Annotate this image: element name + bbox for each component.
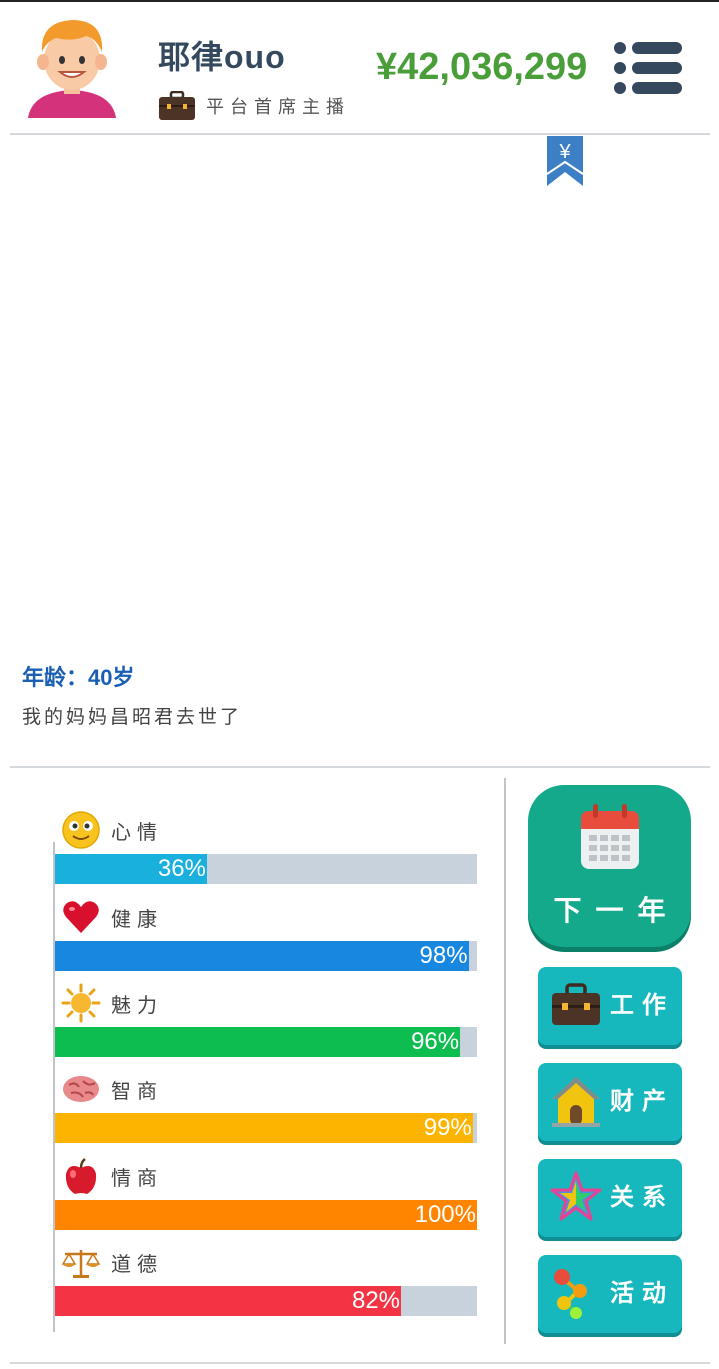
stats-axis-line (53, 842, 55, 1332)
stat-bar-track: 96% (55, 1027, 477, 1057)
boy-avatar-icon[interactable] (26, 12, 118, 120)
stat-bar-track: 82% (55, 1286, 477, 1316)
bookmark-symbol: ¥ (558, 141, 571, 163)
stat-percent: 100% (414, 1201, 476, 1228)
stat-percent: 98% (419, 942, 468, 969)
stat-bar-fill: 82% (55, 1286, 402, 1316)
sun-icon (61, 983, 101, 1023)
job-row: 平台首席主播 (158, 90, 350, 122)
stat-label: 心情 (111, 821, 163, 844)
heart-icon (63, 901, 99, 933)
stat-head: 魅力 (61, 983, 163, 1023)
stat-label: 智商 (111, 1080, 163, 1103)
yen-bookmark-icon[interactable]: ¥ (546, 136, 584, 188)
stat-label: 健康 (111, 908, 163, 931)
stat-head: 情商 (61, 1156, 163, 1196)
age-label: 年龄：40岁 (22, 665, 135, 690)
relations-button[interactable]: 关系 (538, 1159, 682, 1237)
calendar-icon (581, 804, 639, 869)
smiley-icon (62, 811, 100, 849)
stat-bar-fill: 99% (55, 1113, 473, 1143)
stat-bar-fill: 98% (55, 941, 469, 971)
event-divider (10, 766, 710, 768)
stat-bar-fill: 100% (55, 1200, 477, 1230)
activities-label: 活动 (610, 1280, 674, 1307)
event-message: 我的妈妈昌昭君去世了 (22, 707, 243, 728)
house-icon (552, 1077, 600, 1127)
stat-percent: 99% (423, 1114, 472, 1141)
stat-bar-fill: 96% (55, 1027, 461, 1057)
stat-percent: 82% (351, 1287, 401, 1314)
briefcase-icon (552, 983, 600, 1025)
panel-divider (504, 778, 506, 1344)
star-icon (550, 1171, 602, 1221)
property-label: 财产 (610, 1088, 674, 1115)
header: 耶律ouo 平台首席主播 ¥42,036,299 (0, 2, 719, 133)
username: 耶律ouo (158, 39, 286, 75)
stat-head: 道德 (61, 1242, 163, 1282)
work-button[interactable]: 工作 (538, 967, 682, 1045)
stat-bar-track: 99% (55, 1113, 477, 1143)
stat-head: 智商 (61, 1069, 163, 1109)
stat-bar-fill: 36% (55, 854, 207, 884)
stat-head: 健康 (61, 897, 163, 937)
stat-percent: 36% (157, 855, 206, 882)
stat-bar-track: 36% (55, 854, 477, 884)
molecule-icon (554, 1269, 587, 1319)
stat-label: 魅力 (111, 994, 163, 1017)
relations-label: 关系 (610, 1184, 674, 1211)
scales-icon (61, 1250, 101, 1278)
activities-button[interactable]: 活动 (538, 1255, 682, 1333)
next-year-label: 下一年 (553, 895, 680, 926)
work-label: 工作 (610, 992, 674, 1019)
stat-bar-track: 100% (55, 1200, 477, 1230)
apple-icon (65, 1158, 97, 1194)
stat-head: 心情 (61, 810, 163, 850)
money-display: ¥42,036,299 (376, 46, 588, 88)
job-title: 平台首席主播 (206, 97, 350, 117)
property-button[interactable]: 财产 (538, 1063, 682, 1141)
bottom-divider (10, 1362, 710, 1364)
stat-label: 道德 (111, 1253, 163, 1276)
header-divider (10, 133, 710, 135)
next-year-button[interactable]: 下一年 (528, 785, 691, 947)
brain-icon (63, 1076, 99, 1102)
stat-percent: 96% (411, 1028, 460, 1055)
briefcase-icon (159, 91, 195, 120)
stat-label: 情商 (111, 1167, 163, 1190)
menu-icon[interactable] (612, 40, 684, 96)
stat-bar-track: 98% (55, 941, 477, 971)
